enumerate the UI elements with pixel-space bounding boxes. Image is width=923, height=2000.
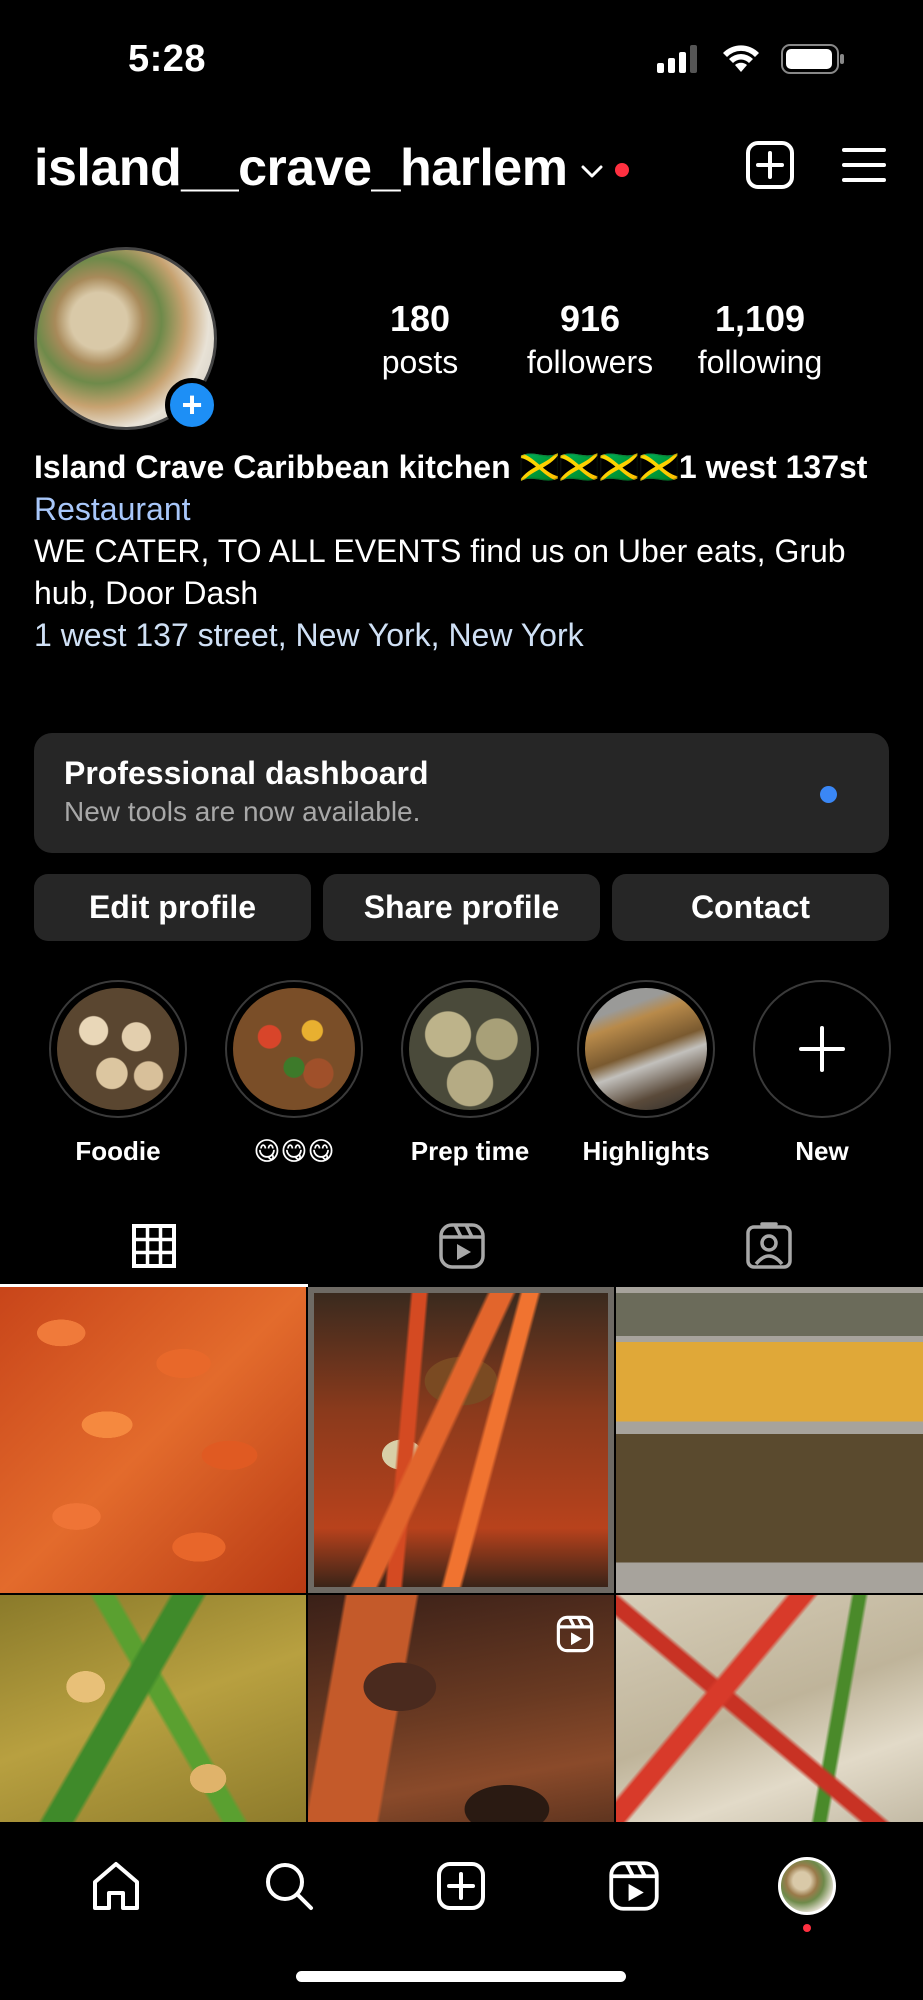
edit-profile-button[interactable]: Edit profile	[34, 874, 311, 941]
create-icon[interactable]	[436, 1861, 486, 1911]
dashboard-title: Professional dashboard	[64, 755, 429, 791]
tab-tagged[interactable]	[615, 1205, 923, 1287]
posts-grid	[0, 1287, 923, 1901]
highlight-label: Prep time	[410, 1136, 530, 1166]
nav-home[interactable]	[76, 1846, 156, 1926]
reels-icon[interactable]	[608, 1860, 660, 1912]
battery-icon	[781, 44, 844, 74]
highlight-label: New	[795, 1136, 849, 1166]
add-story-icon[interactable]: +	[165, 378, 219, 432]
menu-icon[interactable]	[841, 145, 887, 185]
grid-icon[interactable]	[131, 1224, 176, 1268]
notification-dot	[615, 163, 630, 177]
highlight-label: 😋😋😋	[253, 1136, 335, 1166]
highlight-label: Foodie	[75, 1136, 161, 1166]
dashboard-subtitle: New tools are now available.	[64, 796, 421, 827]
highlight-foodie[interactable]: Foodie	[30, 980, 206, 1167]
bio-category: Restaurant	[34, 491, 191, 527]
highlight-label: Highlights	[582, 1136, 710, 1166]
tagged-icon[interactable]	[745, 1222, 793, 1270]
tab-reels[interactable]	[308, 1205, 616, 1287]
reel-badge-icon	[556, 1615, 594, 1653]
chevron-down-icon[interactable]	[581, 165, 603, 179]
tab-posts-grid[interactable]	[0, 1205, 308, 1287]
profile-header: island__crave_harlem	[0, 130, 923, 210]
account-switcher[interactable]: island__crave_harlem	[34, 138, 630, 198]
status-time: 5:28	[128, 38, 207, 80]
username[interactable]: island__crave_harlem	[34, 138, 568, 198]
highlight-cover[interactable]	[57, 988, 179, 1110]
stat-label: posts	[381, 344, 459, 380]
home-indicator[interactable]	[296, 1971, 626, 1982]
grid-post[interactable]	[0, 1287, 306, 1593]
highlight-prep-time[interactable]: Prep time	[382, 980, 558, 1167]
professional-dashboard[interactable]: Professional dashboard New tools are now…	[34, 733, 889, 853]
bio-address-link[interactable]: 1 west 137 street, New York, New York	[34, 614, 894, 656]
notification-dot	[802, 1924, 811, 1932]
nav-profile[interactable]	[767, 1846, 847, 1932]
status-bar: 5:28	[0, 0, 923, 120]
story-highlights: Foodie 😋😋😋 Prep time Highlights New	[30, 980, 910, 1167]
nav-reels[interactable]	[594, 1846, 674, 1926]
contact-button[interactable]: Contact	[612, 874, 889, 941]
stat-posts[interactable]: 180 posts	[340, 298, 500, 381]
grid-post[interactable]	[308, 1287, 614, 1593]
nav-create[interactable]	[421, 1846, 501, 1926]
plus-icon[interactable]	[797, 1024, 847, 1074]
share-profile-button[interactable]: Share profile	[323, 874, 600, 941]
stat-value: 1,109	[714, 298, 806, 339]
content-tabs	[0, 1205, 923, 1287]
profile-avatar[interactable]	[777, 1857, 836, 1915]
profile-avatar-wrap[interactable]: +	[34, 247, 219, 432]
wifi-icon	[723, 45, 759, 72]
stat-label: following	[697, 344, 823, 380]
highlight-cover[interactable]	[409, 988, 531, 1110]
bio-name: Island Crave Caribbean kitchen 🇯🇲🇯🇲🇯🇲🇯🇲1…	[34, 449, 868, 485]
highlight-cover[interactable]	[585, 988, 707, 1110]
bio-description: WE CATER, TO ALL EVENTS find us on Uber …	[34, 533, 846, 611]
home-icon[interactable]	[90, 1860, 142, 1912]
grid-post[interactable]	[616, 1287, 923, 1593]
create-post-icon[interactable]	[745, 140, 795, 190]
reels-icon[interactable]	[438, 1222, 486, 1270]
profile-bio: Island Crave Caribbean kitchen 🇯🇲🇯🇲🇯🇲🇯🇲1…	[34, 446, 894, 656]
highlight-highlights[interactable]: Highlights	[558, 980, 734, 1167]
stat-following[interactable]: 1,109 following	[680, 298, 840, 381]
stat-value: 916	[559, 298, 621, 339]
bottom-navigation	[0, 1822, 923, 2000]
nav-search[interactable]	[249, 1846, 329, 1926]
dashboard-new-dot	[820, 786, 837, 803]
stat-value: 180	[389, 298, 451, 339]
new-highlight-button[interactable]: New	[734, 980, 910, 1167]
status-icons	[657, 44, 845, 74]
highlight-cover[interactable]	[233, 988, 355, 1110]
profile-actions: Edit profile Share profile Contact	[34, 874, 889, 941]
highlight-yummy[interactable]: 😋😋😋	[206, 980, 382, 1167]
profile-stats: 180 posts 916 followers 1,109 following	[340, 298, 860, 381]
search-icon[interactable]	[263, 1860, 315, 1912]
stat-label: followers	[526, 344, 654, 380]
stat-followers[interactable]: 916 followers	[500, 298, 680, 381]
cellular-signal-icon	[657, 45, 697, 73]
